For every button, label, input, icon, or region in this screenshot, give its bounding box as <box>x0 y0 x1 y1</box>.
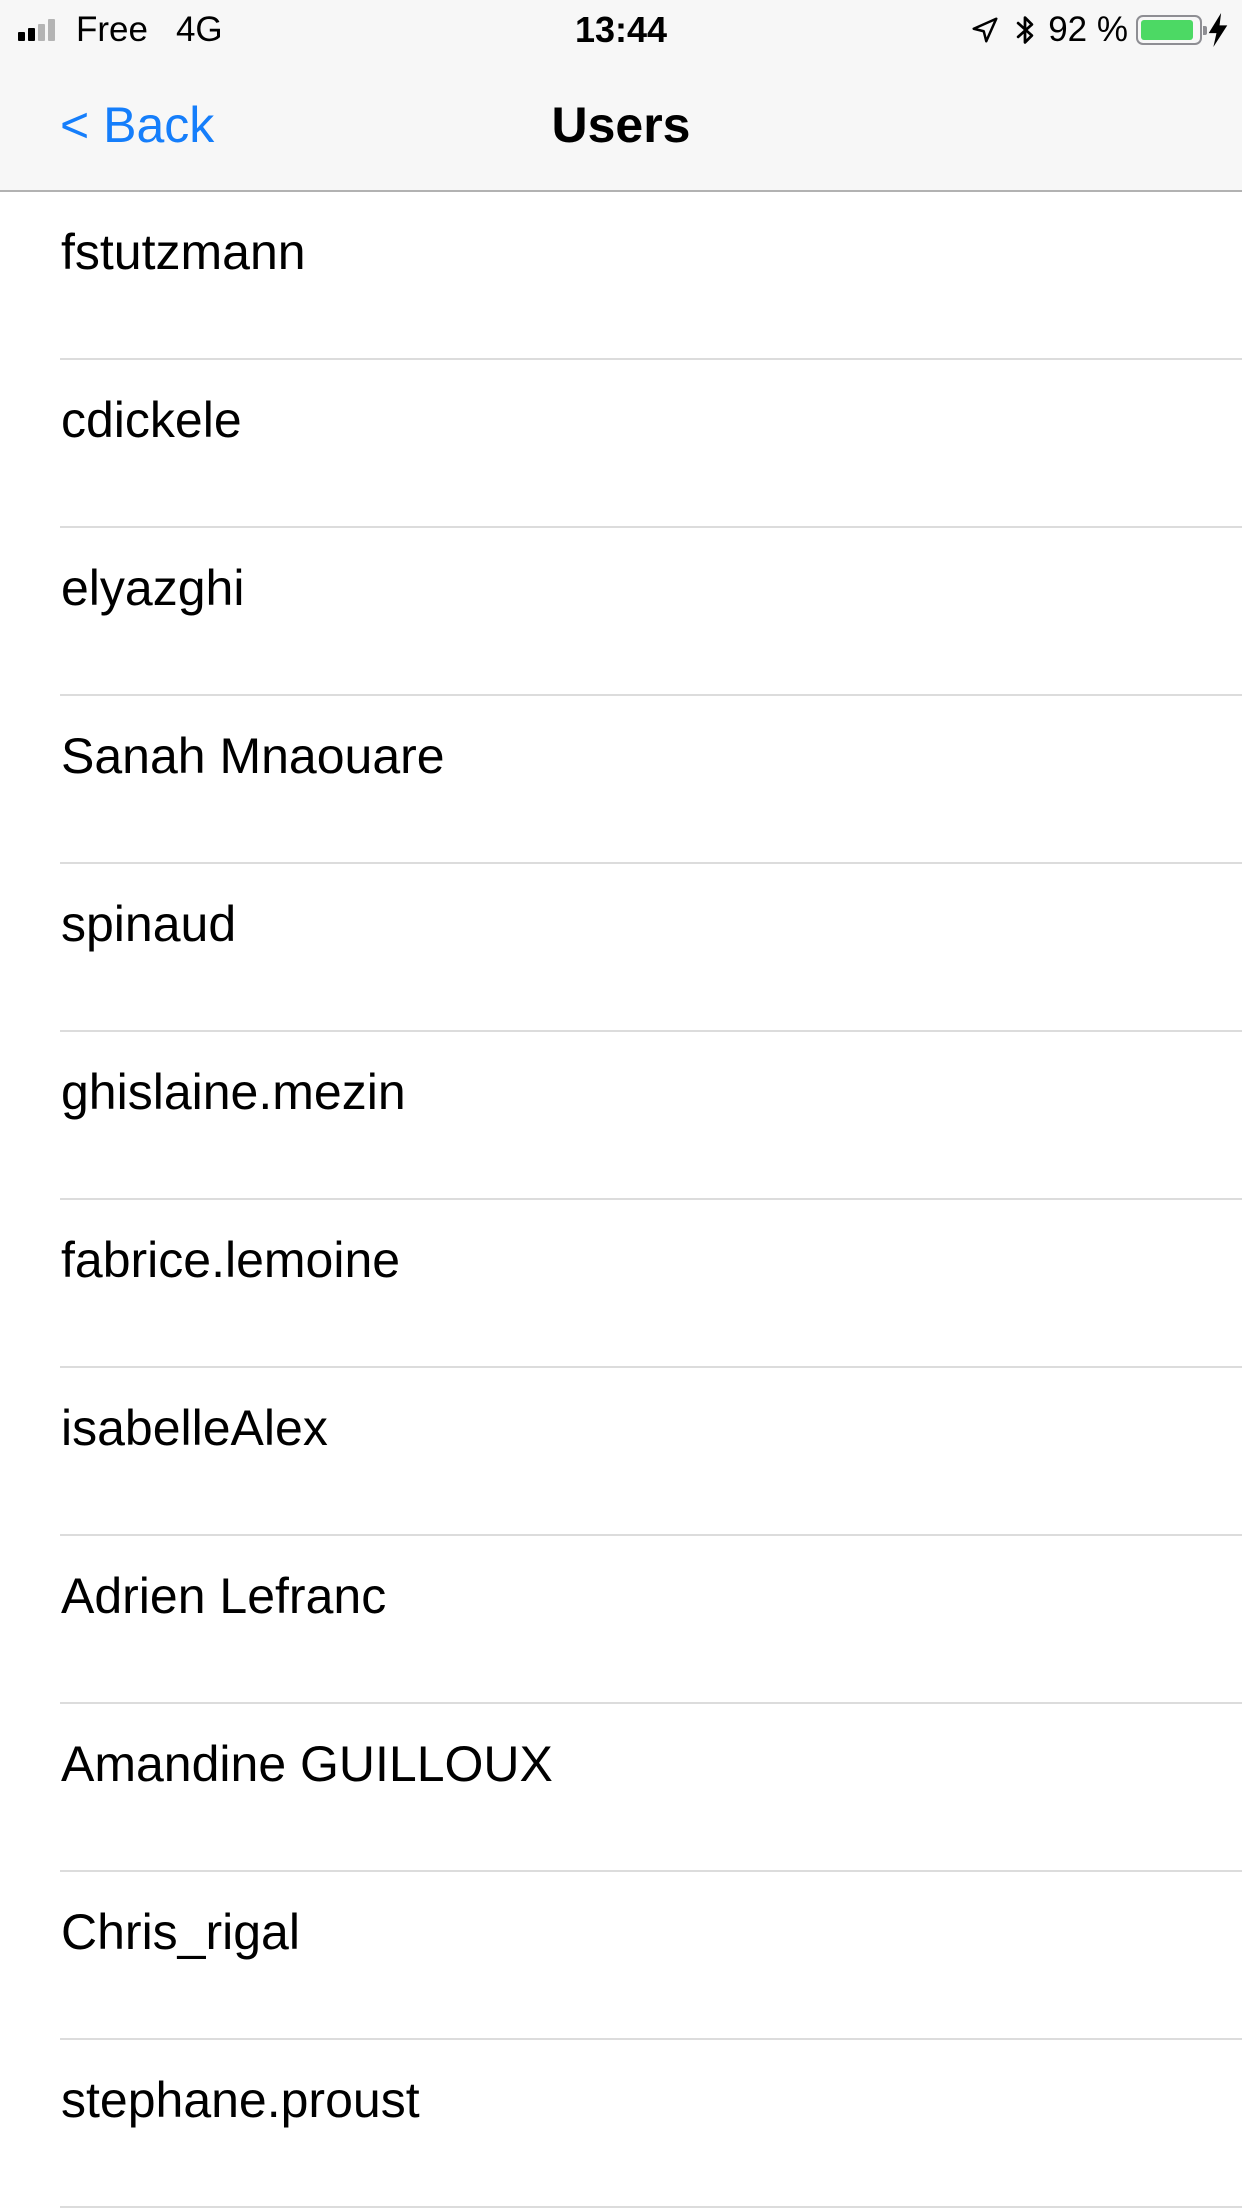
user-name-label: fabrice.lemoine <box>61 1232 401 1288</box>
user-name-label: Adrien Lefranc <box>61 1568 387 1624</box>
location-arrow-icon <box>970 15 1000 45</box>
navigation-bar: < Back Users <box>0 60 1242 192</box>
battery-fill <box>1141 20 1193 40</box>
user-name-label: fstutzmann <box>61 224 306 280</box>
user-name-label: Chris_rigal <box>61 1904 300 1960</box>
user-name-label: isabelleAlex <box>61 1400 328 1456</box>
list-item[interactable]: Sanah Mnaouare <box>0 696 1242 864</box>
user-name-label: spinaud <box>61 896 237 952</box>
status-right: 92 % <box>970 8 1228 52</box>
list-item[interactable]: stephane.proust <box>0 2040 1242 2208</box>
list-item[interactable]: Amandine GUILLOUX <box>0 1704 1242 1872</box>
user-name-label: stephane.proust <box>61 2072 420 2128</box>
battery-icon <box>1136 15 1207 45</box>
list-item[interactable]: spinaud <box>0 864 1242 1032</box>
charging-bolt-icon <box>1208 13 1228 47</box>
list-item[interactable]: ghislaine.mezin <box>0 1032 1242 1200</box>
users-list: fstutzmann cdickele elyazghi Sanah Mnaouare… <box>0 192 1242 2208</box>
user-name-label: cdickele <box>61 392 242 448</box>
list-item[interactable]: elyazghi <box>0 528 1242 696</box>
bluetooth-icon <box>1014 13 1036 47</box>
list-item[interactable]: Adrien Lefranc <box>0 1536 1242 1704</box>
status-bar: Free 4G 13:44 92 % <box>0 0 1242 60</box>
list-item[interactable]: cdickele <box>0 360 1242 528</box>
list-item[interactable]: Chris_rigal <box>0 1872 1242 2040</box>
list-item[interactable]: fabrice.lemoine <box>0 1200 1242 1368</box>
page-title: Users <box>551 97 691 153</box>
battery-tip <box>1203 26 1207 35</box>
user-name-label: ghislaine.mezin <box>61 1064 406 1120</box>
user-name-label: Sanah Mnaouare <box>61 728 445 784</box>
list-item[interactable]: fstutzmann <box>0 192 1242 360</box>
list-item[interactable]: isabelleAlex <box>0 1368 1242 1536</box>
user-name-label: Amandine GUILLOUX <box>61 1736 553 1792</box>
battery-percentage: 92 % <box>1048 10 1128 49</box>
user-name-label: elyazghi <box>61 560 245 616</box>
